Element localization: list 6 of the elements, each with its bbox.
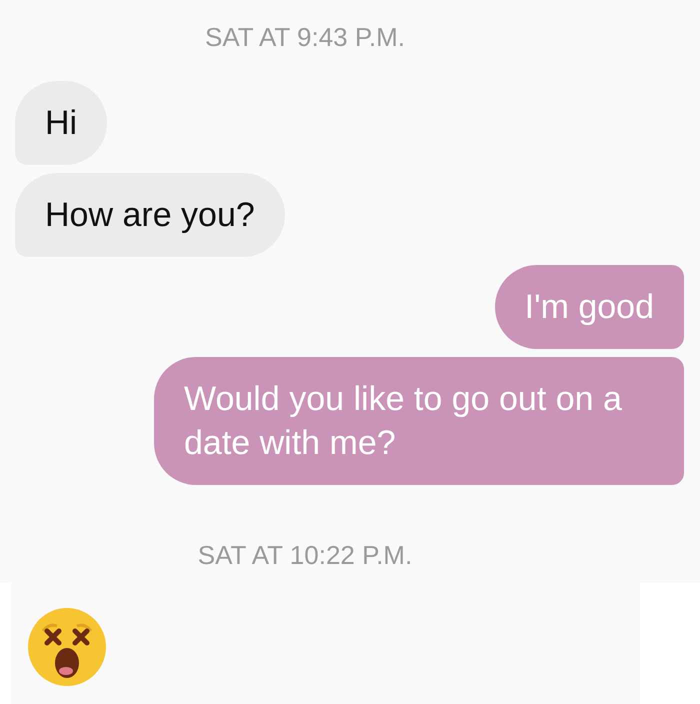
message-bubble: I'm good [494, 265, 684, 349]
message-bubble: Would you like to go out on a date with me? [154, 357, 684, 485]
timestamp: SAT AT 10:22 P.M. [198, 540, 412, 571]
timestamp: SAT AT 9:43 P.M. [205, 22, 405, 53]
message-bubble: Hi [15, 81, 108, 165]
message-bubble: How are you? [15, 173, 285, 257]
